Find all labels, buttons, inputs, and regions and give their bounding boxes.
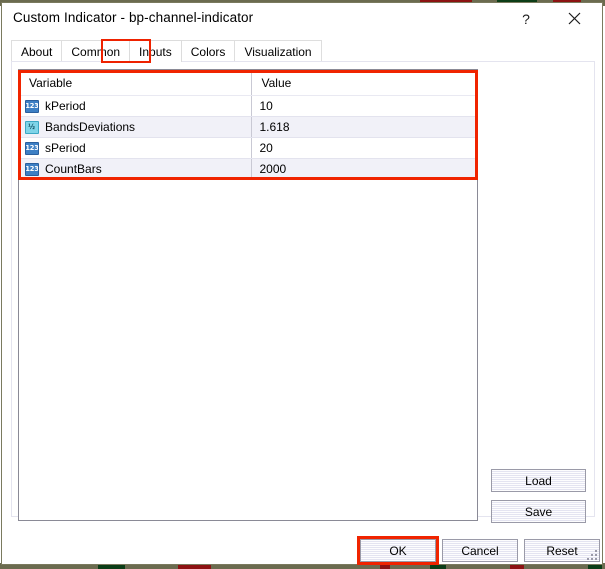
variable-name: CountBars [45,162,102,176]
variable-value: 10 [252,99,478,113]
tab-label: Visualization [244,45,311,59]
int-type-icon: 123 [25,163,39,176]
variable-name: kPeriod [45,99,86,113]
custom-indicator-dialog: Custom Indicator - bp-channel-indicator … [1,2,603,565]
type-icon-glyph: ½ [29,124,36,131]
load-button[interactable]: Load [491,469,586,492]
type-icon-glyph: 123 [25,166,38,173]
tab-label: About [21,45,52,59]
cell-value[interactable]: 20 [251,138,477,159]
type-icon-glyph: 123 [25,145,38,152]
variable-value: 20 [252,141,478,155]
cancel-button[interactable]: Cancel [442,539,518,562]
int-type-icon: 123 [25,142,39,155]
table-header-row: Variable Value [19,70,477,96]
resize-grip[interactable] [587,550,599,562]
tab-label: Inputs [139,45,172,59]
tab-visualization[interactable]: Visualization [234,40,321,62]
int-type-icon: 123 [25,100,39,113]
type-icon-glyph: 123 [25,103,38,110]
tab-colors[interactable]: Colors [181,40,236,62]
cell-value[interactable]: 2000 [251,159,477,180]
cell-variable[interactable]: 123 CountBars [19,159,251,180]
variable-value: 2000 [252,162,478,176]
cell-value[interactable]: 10 [251,96,477,117]
cell-variable[interactable]: 123 sPeriod [19,138,251,159]
table-row[interactable]: 123 sPeriod 20 [19,138,477,159]
table-row[interactable]: ½ BandsDeviations 1.618 [19,117,477,138]
tab-common[interactable]: Common [61,40,130,62]
close-icon[interactable] [552,3,596,34]
float-type-icon: ½ [25,121,39,134]
table-row[interactable]: 123 CountBars 2000 [19,159,477,180]
cell-value[interactable]: 1.618 [251,117,477,138]
table-row[interactable]: 123 kPeriod 10 [19,96,477,117]
tab-about[interactable]: About [11,40,62,62]
tab-label: Colors [191,45,226,59]
dialog-title: Custom Indicator - bp-channel-indicator [13,10,253,25]
variable-name: BandsDeviations [45,120,135,134]
column-header-value[interactable]: Value [251,70,477,96]
tab-label: Common [71,45,120,59]
cell-variable[interactable]: ½ BandsDeviations [19,117,251,138]
inputs-grid-panel[interactable]: Variable Value 123 kPeriod 10 ½ BandsDeviati… [18,69,478,521]
variable-name: sPeriod [45,141,86,155]
column-header-variable[interactable]: Variable [19,70,251,96]
ok-button[interactable]: OK [360,539,436,562]
cell-variable[interactable]: 123 kPeriod [19,96,251,117]
tab-inputs[interactable]: Inputs [129,40,182,62]
save-button[interactable]: Save [491,500,586,523]
inputs-table: Variable Value 123 kPeriod 10 ½ BandsDeviati… [19,70,477,180]
variable-value: 1.618 [252,120,478,134]
settings-tabstrip[interactable]: About Common Inputs Colors Visualization [11,40,321,62]
dialog-titlebar[interactable]: Custom Indicator - bp-channel-indicator … [2,3,602,35]
help-icon[interactable]: ? [504,3,548,34]
